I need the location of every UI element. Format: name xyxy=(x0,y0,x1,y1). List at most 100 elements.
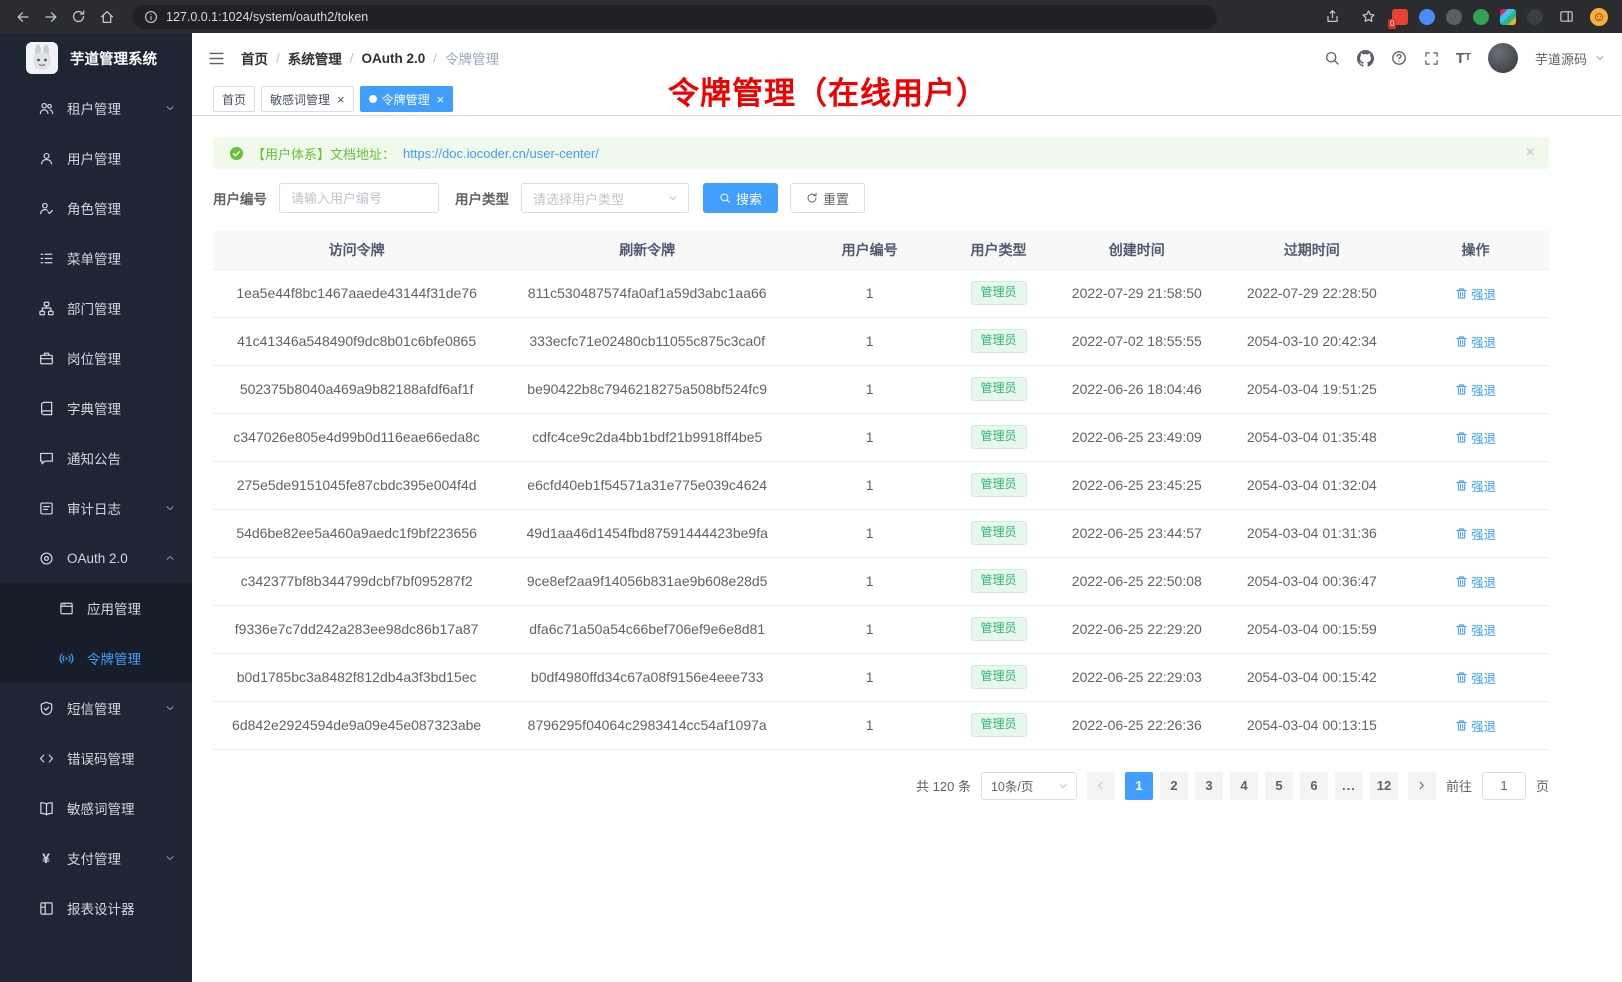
sidebar-item[interactable]: 短信管理 xyxy=(0,683,192,733)
share-icon[interactable] xyxy=(1320,4,1345,29)
fontsize-icon[interactable]: TT xyxy=(1456,51,1471,66)
chevron-down-icon xyxy=(164,102,176,114)
next-page-button[interactable] xyxy=(1408,772,1436,800)
force-logout-button[interactable]: 强退 xyxy=(1455,620,1496,639)
search-icon[interactable] xyxy=(1324,50,1340,66)
refresh-token-cell: 49d1aa46d1454fbd87591444423be9fa xyxy=(500,509,794,557)
refresh-token-cell: 8796295f04064c2983414cc54af1097a xyxy=(500,701,794,749)
user-type-badge: 管理员 xyxy=(971,521,1027,545)
force-logout-button[interactable]: 强退 xyxy=(1455,476,1496,495)
doc-link[interactable]: https://doc.iocoder.cn/user-center/ xyxy=(403,146,599,161)
page-size-select[interactable]: 10条/页 xyxy=(981,772,1077,800)
force-logout-button[interactable]: 强退 xyxy=(1455,284,1496,303)
extension-icon[interactable]: 0 xyxy=(1392,9,1408,25)
extension-icon[interactable] xyxy=(1500,9,1516,25)
app-logo xyxy=(26,42,58,74)
info-icon[interactable] xyxy=(142,8,160,26)
tab[interactable]: 令牌管理× xyxy=(360,86,454,112)
github-icon[interactable] xyxy=(1357,50,1374,67)
app-logo-row[interactable]: 芋道管理系统 xyxy=(0,33,192,83)
trash-icon xyxy=(1455,383,1468,396)
trash-icon xyxy=(1455,479,1468,492)
close-icon[interactable]: × xyxy=(337,93,345,106)
force-logout-label: 强退 xyxy=(1471,380,1496,399)
bookmark-star-icon[interactable] xyxy=(1356,4,1381,29)
sidebar-item[interactable]: 角色管理 xyxy=(0,183,192,233)
sidebar-item[interactable]: 租户管理 xyxy=(0,83,192,133)
sidebar-fold-icon[interactable] xyxy=(208,50,225,67)
sidebar-item[interactable]: 岗位管理 xyxy=(0,333,192,383)
force-logout-button[interactable]: 强退 xyxy=(1455,572,1496,591)
chevron-down-icon xyxy=(164,702,176,714)
user-id-cell: 1 xyxy=(794,605,945,653)
table-header-row: 访问令牌刷新令牌用户编号用户类型创建时间过期时间操作 xyxy=(213,231,1549,269)
page-button[interactable]: 4 xyxy=(1230,772,1258,800)
breadcrumb-item[interactable]: OAuth 2.0 xyxy=(362,51,426,66)
extension-icon[interactable] xyxy=(1473,9,1489,25)
chevron-down-icon[interactable] xyxy=(1594,52,1606,64)
page-button[interactable]: 2 xyxy=(1160,772,1188,800)
sidebar-item[interactable]: OAuth 2.0 xyxy=(0,533,192,583)
home-icon[interactable] xyxy=(94,4,119,29)
sidebar-item[interactable]: 应用管理 xyxy=(0,583,192,633)
breadcrumb-item[interactable]: 首页 xyxy=(241,48,268,68)
sidebar-item-label: 报表设计器 xyxy=(67,898,176,918)
page-button[interactable]: 1 xyxy=(1125,772,1153,800)
user-id-cell: 1 xyxy=(794,317,945,365)
sidebar-item[interactable]: 敏感词管理 xyxy=(0,783,192,833)
search-button[interactable]: 搜索 xyxy=(703,183,778,213)
reload-icon[interactable] xyxy=(66,4,91,29)
sidebar-item[interactable]: 错误码管理 xyxy=(0,733,192,783)
sidebar-item-label: 短信管理 xyxy=(67,698,151,718)
close-icon[interactable]: × xyxy=(437,93,445,106)
back-icon[interactable] xyxy=(10,4,35,29)
extension-icon[interactable] xyxy=(1419,9,1435,25)
sidebar-item[interactable]: 审计日志 xyxy=(0,483,192,533)
browser-profile-avatar[interactable]: ☺ xyxy=(1590,8,1608,26)
fullscreen-icon[interactable] xyxy=(1424,51,1439,66)
page-button[interactable]: 3 xyxy=(1195,772,1223,800)
sidebar-item[interactable]: 字典管理 xyxy=(0,383,192,433)
user-avatar[interactable] xyxy=(1488,43,1518,73)
chevron-down-icon xyxy=(1057,780,1069,792)
sidebar-item[interactable]: 用户管理 xyxy=(0,133,192,183)
extension-icon[interactable] xyxy=(1446,9,1462,25)
reset-button[interactable]: 重置 xyxy=(790,183,865,213)
force-logout-button[interactable]: 强退 xyxy=(1455,332,1496,351)
extension-icon[interactable] xyxy=(1527,9,1543,25)
user-name[interactable]: 芋道源码 xyxy=(1535,49,1587,68)
page-button[interactable]: 12 xyxy=(1370,772,1398,800)
page-button[interactable]: 6 xyxy=(1300,772,1328,800)
breadcrumb-item[interactable]: 系统管理 xyxy=(288,48,342,68)
prev-page-button[interactable] xyxy=(1087,772,1115,800)
sidebar-item[interactable]: 菜单管理 xyxy=(0,233,192,283)
page-button[interactable]: 5 xyxy=(1265,772,1293,800)
force-logout-button[interactable]: 强退 xyxy=(1455,716,1496,735)
force-logout-button[interactable]: 强退 xyxy=(1455,668,1496,687)
user-type-select[interactable]: 请选择用户类型 xyxy=(521,183,689,213)
force-logout-button[interactable]: 强退 xyxy=(1455,524,1496,543)
tab[interactable]: 首页 xyxy=(213,86,255,112)
sidebar-item-label: 字典管理 xyxy=(67,398,176,418)
sidebar-item[interactable]: 报表设计器 xyxy=(0,883,192,933)
sidebar-item[interactable]: 部门管理 xyxy=(0,283,192,333)
address-bar[interactable]: 127.0.0.1:1024/system/oauth2/token xyxy=(132,5,1217,29)
sidebar-item[interactable]: 通知公告 xyxy=(0,433,192,483)
user-id-input[interactable] xyxy=(279,183,439,213)
sidebar-item-label: 用户管理 xyxy=(67,148,176,168)
goto-page-input[interactable] xyxy=(1482,772,1526,800)
extension-badge: 0 xyxy=(1388,19,1396,29)
user-type-cell: 管理员 xyxy=(945,701,1052,749)
sidebar-item[interactable]: ¥支付管理 xyxy=(0,833,192,883)
force-logout-button[interactable]: 强退 xyxy=(1455,380,1496,399)
page-ellipsis[interactable]: ... xyxy=(1335,772,1363,800)
sidebar-item[interactable]: 令牌管理 xyxy=(0,633,192,683)
sidebar-item-label: 错误码管理 xyxy=(67,748,176,768)
forward-icon[interactable] xyxy=(38,4,63,29)
help-icon[interactable] xyxy=(1391,50,1407,66)
tab[interactable]: 敏感词管理× xyxy=(261,86,354,112)
side-panel-icon[interactable] xyxy=(1554,4,1579,29)
force-logout-button[interactable]: 强退 xyxy=(1455,428,1496,447)
table-row: 502375b8040a469a9b82188afdf6af1fbe90422b… xyxy=(213,365,1549,413)
close-icon[interactable]: × xyxy=(1526,145,1535,161)
